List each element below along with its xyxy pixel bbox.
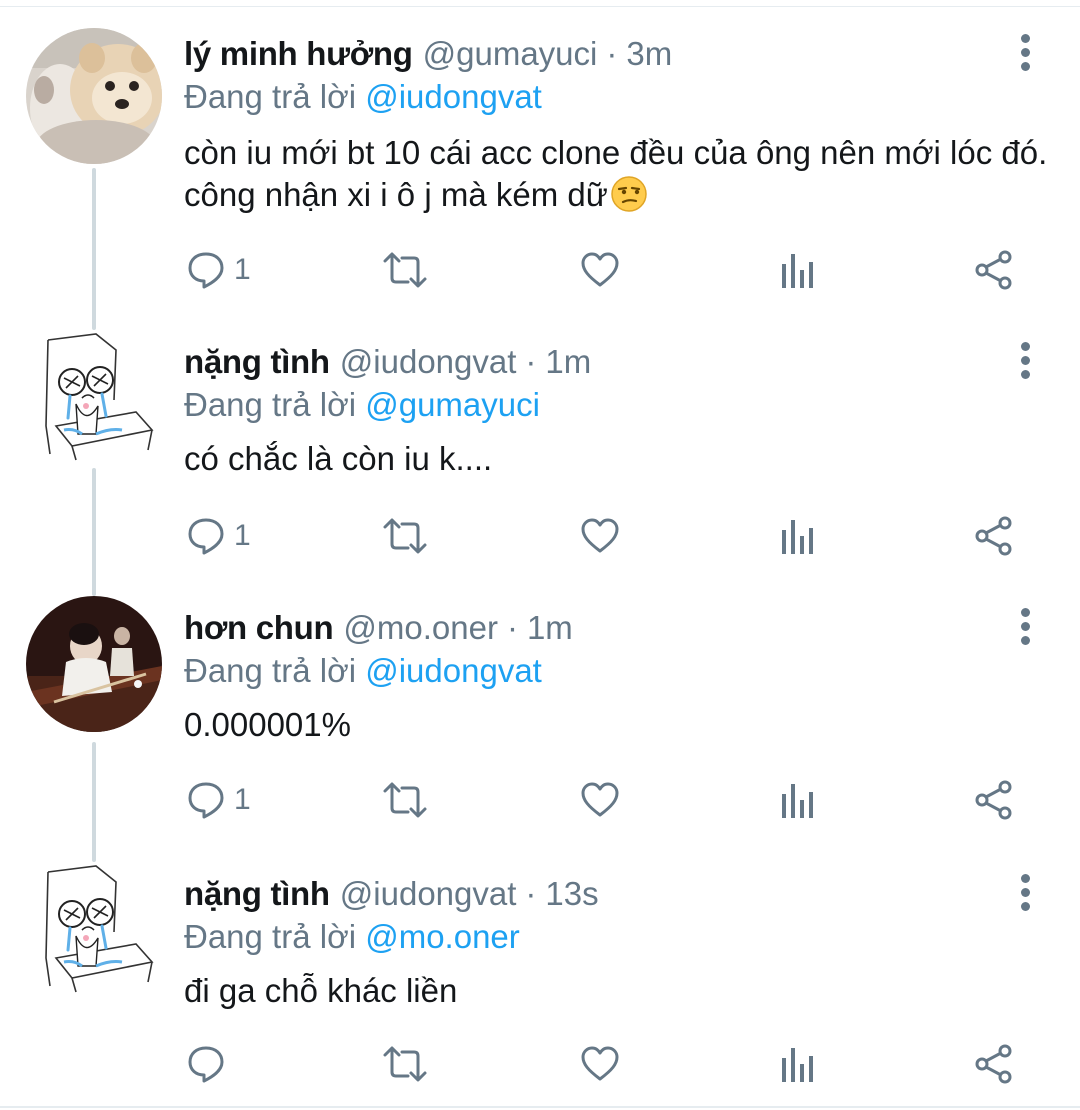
timestamp[interactable]: 1m	[545, 336, 591, 388]
reply-icon	[188, 782, 224, 819]
reply-button[interactable]: 1	[186, 770, 251, 830]
billiards-photo-avatar[interactable]	[26, 596, 162, 732]
tweet[interactable]: lý minh hưởng @gumayuci · 3m Đang trả lờ…	[0, 22, 1080, 312]
analytics-button[interactable]	[780, 770, 816, 830]
retweet-icon	[383, 1046, 427, 1082]
reply-button[interactable]	[186, 1034, 234, 1094]
tweet[interactable]: hơn chun @mo.oner · 1m Đang trả lời @iud…	[0, 596, 1080, 846]
share-icon	[975, 516, 1012, 556]
unamused-face-icon	[610, 175, 648, 223]
share-button[interactable]	[974, 506, 1014, 566]
more-vertical-icon[interactable]	[1010, 34, 1040, 80]
replying-label: Đang trả lời	[184, 78, 357, 115]
more-vertical-icon[interactable]	[1010, 608, 1040, 654]
separator-dot: ·	[606, 35, 618, 72]
replying-to: Đang trả lời @iudongvat	[184, 646, 542, 696]
replying-label: Đang trả lời	[184, 918, 357, 955]
like-icon	[581, 782, 619, 817]
tweet[interactable]: nặng tình @iudongvat · 13s Đang trả lời …	[0, 862, 1080, 1102]
reply-button[interactable]: 1	[186, 240, 251, 300]
replying-label: Đang trả lời	[184, 652, 357, 689]
more-vertical-icon[interactable]	[1010, 342, 1040, 388]
reply-icon	[188, 1046, 224, 1083]
timestamp[interactable]: 3m	[626, 28, 672, 80]
reply-count: 1	[234, 783, 251, 816]
like-button[interactable]	[580, 506, 620, 566]
like-button[interactable]	[580, 240, 620, 300]
tweet-text: đi ga chỗ khác liền	[184, 970, 1054, 1012]
mention-link[interactable]: @iudongvat	[365, 652, 542, 689]
analytics-icon	[782, 254, 813, 288]
tweet-text: có chắc là còn iu k....	[184, 438, 1054, 480]
like-icon	[581, 252, 619, 287]
tweet-text-content: có chắc là còn iu k....	[184, 440, 493, 477]
top-divider	[0, 6, 1080, 7]
replying-to: Đang trả lời @iudongvat	[184, 72, 542, 122]
analytics-icon	[782, 784, 813, 818]
share-button[interactable]	[974, 770, 1014, 830]
like-icon	[581, 518, 619, 553]
mention-link[interactable]: @gumayuci	[365, 386, 540, 423]
dog-photo-avatar[interactable]	[26, 28, 162, 164]
retweet-button[interactable]	[382, 240, 428, 300]
tweet-text: còn iu mới bt 10 cái acc clone đều của ô…	[184, 132, 1054, 223]
retweet-button[interactable]	[382, 770, 428, 830]
reply-button[interactable]: 1	[186, 506, 251, 566]
retweet-icon	[383, 782, 427, 818]
reply-icon	[188, 518, 224, 555]
like-button[interactable]	[580, 770, 620, 830]
analytics-icon	[782, 520, 813, 554]
replying-label: Đang trả lời	[184, 386, 357, 423]
tweet-text-content: đi ga chỗ khác liền	[184, 972, 458, 1009]
mention-link[interactable]: @mo.oner	[365, 918, 520, 955]
analytics-button[interactable]	[780, 1034, 816, 1094]
like-button[interactable]	[580, 1034, 620, 1094]
analytics-button[interactable]	[780, 506, 816, 566]
reply-count: 1	[234, 253, 251, 286]
bottom-divider	[0, 1106, 1080, 1108]
tweet-actions: 1	[0, 506, 1080, 566]
retweet-button[interactable]	[382, 1034, 428, 1094]
tweet[interactable]: nặng tình @iudongvat · 1m Đang trả lời @…	[0, 330, 1080, 580]
tweet-actions: 1	[0, 240, 1080, 300]
separator-dot: ·	[525, 875, 537, 912]
share-button[interactable]	[974, 240, 1014, 300]
analytics-icon	[782, 1048, 813, 1082]
crying-sketch-avatar[interactable]	[26, 330, 162, 466]
replying-to: Đang trả lời @gumayuci	[184, 380, 540, 430]
tweet-text: 0.000001%	[184, 704, 1054, 746]
analytics-button[interactable]	[780, 240, 816, 300]
like-icon	[581, 1046, 619, 1081]
retweet-button[interactable]	[382, 506, 428, 566]
tweet-text-content: 0.000001%	[184, 706, 351, 743]
share-icon	[975, 1044, 1012, 1084]
retweet-icon	[383, 252, 427, 288]
reply-count: 1	[234, 519, 251, 552]
share-button[interactable]	[974, 1034, 1014, 1094]
crying-sketch-avatar[interactable]	[26, 862, 162, 998]
reply-icon	[188, 252, 224, 289]
share-icon	[975, 780, 1012, 820]
share-icon	[975, 250, 1012, 290]
tweet-actions	[0, 1034, 1080, 1094]
mention-link[interactable]: @iudongvat	[365, 78, 542, 115]
timestamp[interactable]: 13s	[545, 868, 598, 920]
tweet-actions: 1	[0, 770, 1080, 830]
more-vertical-icon[interactable]	[1010, 874, 1040, 920]
replying-to: Đang trả lời @mo.oner	[184, 912, 520, 962]
retweet-icon	[383, 518, 427, 554]
